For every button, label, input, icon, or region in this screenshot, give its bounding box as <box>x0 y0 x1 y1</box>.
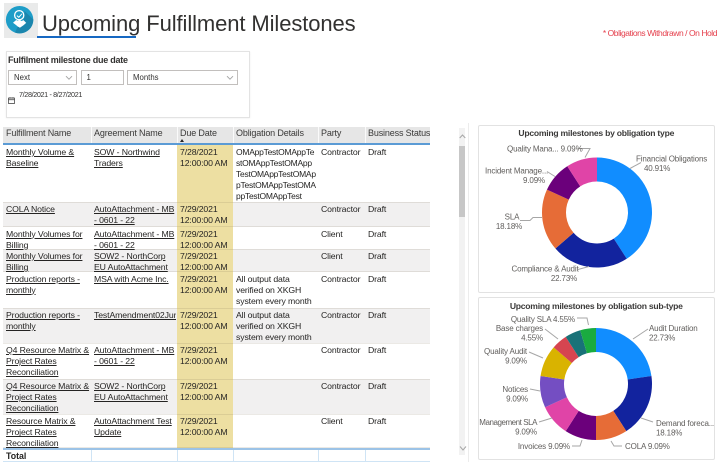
svg-text:18.18%: 18.18% <box>656 429 682 438</box>
svg-text:Quality Mana... 9.09%: Quality Mana... 9.09% <box>507 144 583 153</box>
svg-text:Audit Duration: Audit Duration <box>649 324 698 333</box>
svg-text:9.09%: 9.09% <box>506 395 528 404</box>
svg-text:Management SLA: Management SLA <box>479 418 538 427</box>
svg-text:9.09%: 9.09% <box>505 357 527 366</box>
svg-text:Incident Manage...: Incident Manage... <box>485 166 548 175</box>
svg-text:Notices: Notices <box>502 385 528 394</box>
svg-text:22.73%: 22.73% <box>649 334 675 343</box>
svg-text:Base charges: Base charges <box>496 324 543 333</box>
svg-text:4.55%: 4.55% <box>521 334 543 343</box>
svg-text:Demand foreca...: Demand foreca... <box>656 419 715 428</box>
svg-text:Compliance & Audit: Compliance & Audit <box>511 264 579 273</box>
svg-text:Invoices 9.09%: Invoices 9.09% <box>518 442 570 451</box>
svg-text:18.18%: 18.18% <box>496 222 522 231</box>
svg-text:9.09%: 9.09% <box>523 176 545 185</box>
svg-text:COLA 9.09%: COLA 9.09% <box>625 442 670 451</box>
svg-text:Quality Audit: Quality Audit <box>484 347 528 356</box>
svg-text:40.91%: 40.91% <box>644 164 670 173</box>
svg-text:22.73%: 22.73% <box>551 274 577 283</box>
svg-text:Quality SLA 4.55%: Quality SLA 4.55% <box>511 315 575 324</box>
svg-text:Financial Obligations: Financial Obligations <box>636 154 707 163</box>
svg-text:SLA: SLA <box>505 212 520 221</box>
svg-text:9.09%: 9.09% <box>515 428 537 437</box>
